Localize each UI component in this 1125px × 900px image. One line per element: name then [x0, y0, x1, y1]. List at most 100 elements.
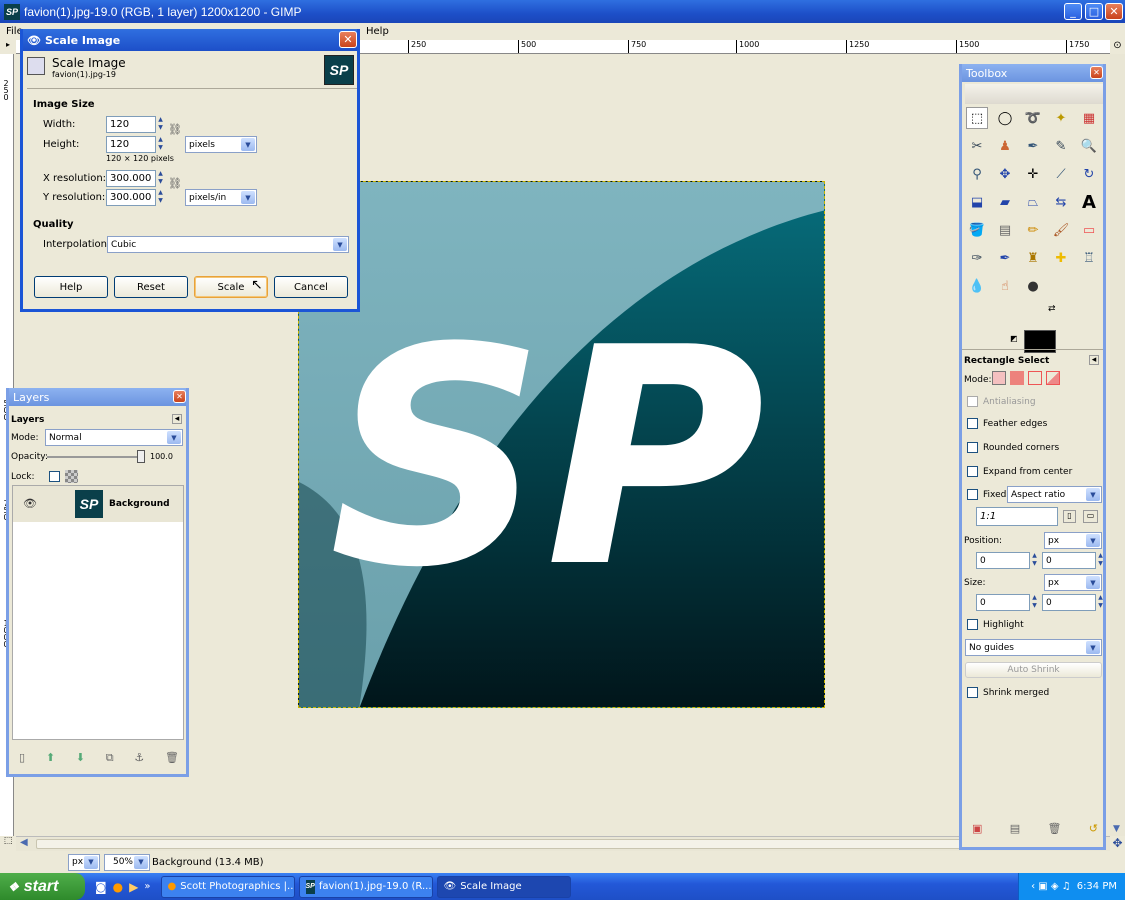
- tray-icons[interactable]: ‹ ▣ ◈ ♫: [1031, 881, 1071, 892]
- reset-button[interactable]: Reset: [114, 276, 188, 298]
- taskbar-item-browser[interactable]: ● Scott Photographics |...: [160, 875, 295, 898]
- measure-tool-icon[interactable]: ⚲: [966, 163, 988, 185]
- subtract-mode-icon[interactable]: [1028, 371, 1042, 385]
- taskbar-item-gimp-image[interactable]: SP favion(1).jpg-19.0 (R...: [298, 875, 433, 898]
- intersect-mode-icon[interactable]: [1046, 371, 1060, 385]
- layers-tab[interactable]: Layers: [11, 415, 44, 425]
- zoom-icon[interactable]: ⊙: [1110, 40, 1125, 54]
- width-field[interactable]: 120: [106, 116, 156, 133]
- height-spinner[interactable]: ▲ ▼: [156, 136, 165, 153]
- cancel-button[interactable]: Cancel: [274, 276, 348, 298]
- anchor-layer-icon[interactable]: ⚓: [134, 751, 144, 765]
- lock-pixels-checkbox[interactable]: [49, 471, 60, 482]
- landscape-icon[interactable]: ▭: [1083, 510, 1098, 523]
- eraser-tool-icon[interactable]: ▭: [1078, 219, 1100, 241]
- select-by-color-tool-icon[interactable]: ▦: [1078, 107, 1100, 129]
- dialog-close-button[interactable]: ✕: [339, 31, 357, 48]
- size-y-field[interactable]: 0: [1042, 594, 1096, 611]
- maximize-button[interactable]: □: [1085, 3, 1103, 20]
- interpolation-select[interactable]: Cubic ▼: [107, 236, 349, 253]
- position-y-spinner[interactable]: ▲ ▼: [1096, 552, 1105, 569]
- layer-mode-select[interactable]: Normal ▼: [45, 429, 183, 446]
- move-tool-icon[interactable]: ✥: [994, 163, 1016, 185]
- x-resolution-field[interactable]: 300.000: [106, 170, 156, 187]
- align-tool-icon[interactable]: ✛: [1022, 163, 1044, 185]
- dodge-burn-tool-icon[interactable]: ●: [1022, 275, 1044, 297]
- tab-menu-icon[interactable]: ◂: [1089, 355, 1099, 365]
- rect-select-tool-icon[interactable]: ⬚: [966, 107, 988, 129]
- smudge-tool-icon[interactable]: ☝: [994, 275, 1016, 297]
- duplicate-layer-icon[interactable]: ⧉: [106, 751, 114, 765]
- scale-tool-icon[interactable]: ⬓: [966, 191, 988, 213]
- raise-layer-icon[interactable]: ⬆: [46, 751, 55, 765]
- lower-layer-icon[interactable]: ⬇: [76, 751, 85, 765]
- quicklaunch-expand-icon[interactable]: »: [144, 881, 150, 892]
- aspect-ratio-field[interactable]: 1:1: [976, 507, 1058, 526]
- highlight-checkbox[interactable]: [967, 619, 978, 630]
- help-button[interactable]: Help: [34, 276, 108, 298]
- start-button[interactable]: ❖ start: [0, 873, 85, 900]
- delete-layer-icon[interactable]: 🗑: [165, 751, 179, 765]
- text-tool-icon[interactable]: A: [1078, 191, 1100, 213]
- eye-icon[interactable]: 👁: [23, 497, 37, 510]
- perspective-tool-icon[interactable]: ⏢: [1022, 191, 1044, 213]
- lock-alpha-icon[interactable]: [65, 470, 78, 483]
- minimize-button[interactable]: _: [1064, 3, 1082, 20]
- menu-help[interactable]: Help: [366, 26, 389, 37]
- x-resolution-spinner[interactable]: ▲ ▼: [156, 170, 165, 187]
- chain-link-icon[interactable]: ⛓: [168, 123, 182, 136]
- position-y-field[interactable]: 0: [1042, 552, 1096, 569]
- y-resolution-spinner[interactable]: ▲ ▼: [156, 189, 165, 206]
- wilber-drop-area[interactable]: [965, 84, 1103, 104]
- restore-options-icon[interactable]: ▤: [1010, 822, 1020, 835]
- fixed-mode-select[interactable]: Aspect ratio ▼: [1007, 486, 1102, 503]
- crop-tool-icon[interactable]: ⟋: [1050, 163, 1072, 185]
- height-field[interactable]: 120: [106, 136, 156, 153]
- portrait-icon[interactable]: ▯: [1063, 510, 1076, 523]
- expand-from-center-checkbox[interactable]: [967, 466, 978, 477]
- width-spinner[interactable]: ▲ ▼: [156, 116, 165, 133]
- horizontal-scrollbar[interactable]: ◀: [16, 836, 1110, 851]
- auto-shrink-button[interactable]: Auto Shrink: [965, 662, 1102, 678]
- reset-options-icon[interactable]: ↺: [1089, 822, 1098, 835]
- show-desktop-icon[interactable]: ◙: [95, 880, 107, 894]
- position-x-spinner[interactable]: ▲ ▼: [1030, 552, 1039, 569]
- clock[interactable]: 6:34 PM: [1077, 881, 1117, 892]
- size-x-field[interactable]: 0: [976, 594, 1030, 611]
- chain-link-icon[interactable]: ⛓: [168, 177, 182, 190]
- vertical-scrollbar[interactable]: ▼: [1110, 54, 1125, 836]
- blend-tool-icon[interactable]: ▤: [994, 219, 1016, 241]
- airbrush-tool-icon[interactable]: ✑: [966, 247, 988, 269]
- layers-close-button[interactable]: ✕: [173, 390, 186, 403]
- rounded-corners-checkbox[interactable]: [967, 442, 978, 453]
- antialiasing-checkbox[interactable]: [967, 396, 978, 407]
- scroll-left-arrow[interactable]: ◀: [20, 837, 28, 848]
- position-x-field[interactable]: 0: [976, 552, 1030, 569]
- default-colors-icon[interactable]: ◩: [1010, 334, 1018, 343]
- foreground-select-tool-icon[interactable]: ♟: [994, 135, 1016, 157]
- rotate-tool-icon[interactable]: ↻: [1078, 163, 1100, 185]
- ink-tool-icon[interactable]: ✒: [994, 247, 1016, 269]
- taskbar-item-scale-image[interactable]: 👁 Scale Image: [436, 875, 571, 898]
- color-picker-tool-icon[interactable]: ✎: [1050, 135, 1072, 157]
- size-unit-select[interactable]: px ▼: [1044, 574, 1102, 591]
- size-x-spinner[interactable]: ▲ ▼: [1030, 594, 1039, 611]
- flip-tool-icon[interactable]: ⇆: [1050, 191, 1072, 213]
- resolution-unit-select[interactable]: pixels/in ▼: [185, 189, 257, 206]
- replace-mode-icon[interactable]: [992, 371, 1006, 385]
- firefox-icon[interactable]: ●: [113, 880, 123, 894]
- size-y-spinner[interactable]: ▲ ▼: [1096, 594, 1105, 611]
- clone-tool-icon[interactable]: ♜: [1022, 247, 1044, 269]
- size-unit-select[interactable]: pixels ▼: [185, 136, 257, 153]
- y-resolution-field[interactable]: 300.000: [106, 189, 156, 206]
- fixed-checkbox[interactable]: [967, 489, 978, 500]
- feather-edges-checkbox[interactable]: [967, 418, 978, 429]
- opacity-value[interactable]: 100.0: [150, 452, 173, 461]
- shear-tool-icon[interactable]: ▰: [994, 191, 1016, 213]
- swap-colors-icon[interactable]: ⇄: [1048, 304, 1056, 314]
- paintbrush-tool-icon[interactable]: 🖌: [1050, 219, 1072, 241]
- free-select-tool-icon[interactable]: ➰: [1022, 107, 1044, 129]
- scroll-thumb[interactable]: [36, 839, 1106, 849]
- toolbox-close-button[interactable]: ✕: [1090, 66, 1103, 79]
- new-layer-icon[interactable]: ▯: [19, 751, 25, 765]
